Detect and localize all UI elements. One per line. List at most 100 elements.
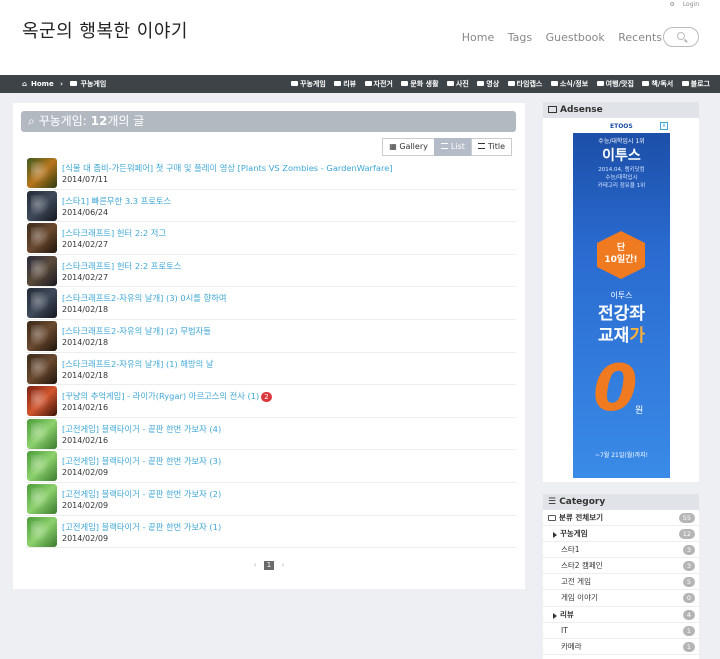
post-title[interactable]: [스타크래프트2-자유의 날개] (2) 무법자들 [62, 325, 211, 337]
ad-close-icon[interactable]: x [660, 122, 668, 130]
breadcrumb-home[interactable]: Home [31, 80, 54, 88]
post-title[interactable]: [스타크래프트] 헌터 2:2 저그 [62, 227, 166, 239]
caret-right-icon [553, 532, 557, 539]
breadcrumb-current[interactable]: 꾸농게임 [81, 80, 107, 88]
settings-icon[interactable]: ⚙ [670, 1, 675, 8]
catbar-item[interactable]: 여행/맛집 [596, 80, 634, 88]
post-date: 2014/02/16 [62, 403, 109, 413]
category-item[interactable]: 꾸농게임 12 [543, 526, 699, 543]
post-title[interactable]: [고전게임] 블랙타이거 - 끝판 한번 가보자 (1) [62, 521, 221, 533]
search-input[interactable] [663, 27, 699, 47]
list-item[interactable]: [스타크래프트] 헌터 2:2 저그 2014/02/27 [26, 222, 516, 255]
post-thumbnail[interactable] [27, 255, 57, 286]
pager-current[interactable]: 1 [263, 561, 275, 570]
search-icon [677, 32, 685, 40]
list-item[interactable]: [고전게임] 블랙타이거 - 끝판 한번 가보자 (4) 2014/02/16 [26, 418, 516, 451]
catbar-item[interactable]: 타임캡스 [507, 80, 542, 88]
post-thumbnail[interactable] [27, 320, 57, 351]
post-title[interactable]: [고전게임] 블랙타이거 - 끝판 한번 가보자 (2) [62, 488, 221, 500]
post-thumbnail[interactable] [27, 353, 57, 384]
category-item[interactable]: 게임 이야기 0 [543, 590, 699, 607]
list-item[interactable]: [고전게임] 블랙타이거 - 끝판 한번 가보자 (2) 2014/02/09 [26, 483, 516, 516]
post-title[interactable]: [식물 대 좀비-가든워페어] 첫 구매 및 플레이 영상 [Plants VS… [62, 162, 393, 174]
folder-icon [477, 81, 485, 86]
breadcrumb: ⌂ Home › 꾸농게임 [22, 79, 110, 89]
category-item[interactable]: 리뷰 4 [543, 607, 699, 623]
ad-banner[interactable]: ETOOS x 수능/대학입시 1위 이투스 2014.04, 랭키닷컴 수능/대… [573, 120, 670, 478]
catbar-item[interactable]: 책/독서 [642, 80, 673, 88]
login-link[interactable]: Login [683, 1, 699, 8]
nav-tags[interactable]: Tags [508, 31, 532, 44]
list-item[interactable]: [스타크래프트2-자유의 날개] (1) 해방의 날 2014/02/18 [26, 353, 516, 386]
post-thumbnail[interactable] [27, 418, 57, 449]
list-item[interactable]: [스타크래프트2-자유의 날개] (3) 0시를 향하여 2014/02/18 [26, 287, 516, 320]
folder-icon [550, 81, 558, 86]
folder-icon [596, 81, 604, 86]
folder-icon [69, 81, 77, 86]
category-item[interactable]: IT 1 [543, 623, 699, 639]
ad-logo: ETOOS [610, 123, 633, 130]
folder-icon [548, 515, 556, 521]
post-thumbnail[interactable] [27, 483, 57, 514]
count-badge: 3 [682, 561, 695, 572]
list-icon [440, 143, 448, 149]
list-icon: ☰ [548, 497, 560, 507]
view-toggle: ▦ Gallery List Title [382, 138, 512, 156]
post-thumbnail[interactable] [27, 386, 57, 417]
post-title[interactable]: [스타1] 빠른무한 3.3 프로토스 [62, 195, 171, 207]
list-view-button[interactable]: List [433, 138, 472, 156]
catbar-item[interactable]: 자전거 [364, 80, 393, 88]
post-thumbnail[interactable] [27, 190, 57, 221]
pager-prev[interactable]: ‹ [254, 561, 257, 569]
post-date: 2014/02/09 [62, 533, 109, 543]
post-title[interactable]: [고전게임] 블랙타이거 - 끝판 한번 가보자 (3) [62, 455, 221, 467]
post-thumbnail[interactable] [27, 516, 57, 547]
category-item-all[interactable]: 분류 전체보기 55 [543, 510, 699, 527]
list-item[interactable]: [고전게임] 블랙타이거 - 끝판 한번 가보자 (1) 2014/02/09 [26, 516, 516, 549]
post-title[interactable]: [스타크래프트2-자유의 날개] (1) 해방의 날 [62, 358, 214, 370]
pager-next[interactable]: › [281, 561, 284, 569]
catbar-item[interactable]: 문화 생활 [401, 80, 439, 88]
post-thumbnail[interactable] [27, 158, 57, 188]
widget-title: Adsense [543, 102, 699, 118]
post-title[interactable]: [고전게임] 블랙타이거 - 끝판 한번 가보자 (4) [62, 423, 221, 435]
post-title[interactable]: [스타크래프트2-자유의 날개] (3) 0시를 향하여 [62, 292, 226, 304]
category-item[interactable]: 고전 게임 5 [543, 574, 699, 591]
site-header: 옥군의 행복한 이야기 ⚙ Login Home Tags Guestbook … [0, 0, 720, 75]
title-view-button[interactable]: Title [470, 138, 512, 156]
post-title[interactable]: [스타크래프트] 헌터 2:2 프로토스 [62, 260, 181, 272]
category-item[interactable]: 스타2 캠페인 3 [543, 558, 699, 575]
gallery-view-button[interactable]: ▦ Gallery [382, 138, 435, 156]
post-thumbnail[interactable] [27, 288, 57, 319]
count-badge: 1 [682, 641, 695, 652]
post-thumbnail[interactable] [27, 223, 57, 254]
list-item[interactable]: [고전게임] 블랙타이거 - 끝판 한번 가보자 (3) 2014/02/09 [26, 450, 516, 483]
catbar-item[interactable]: 영상 [477, 80, 499, 88]
category-item[interactable]: 스타1 3 [543, 542, 699, 559]
nav-guestbook[interactable]: Guestbook [546, 31, 605, 44]
catbar-item[interactable]: 블로그 [681, 80, 710, 88]
post-title[interactable]: [꾸냥의 추억게임] - 라이가(Rygar) 아르고스의 전사 (1) 2 [62, 390, 272, 403]
list-item[interactable]: [스타크래프트] 헌터 2:2 프로토스 2014/02/27 [26, 255, 516, 288]
post-list-panel: ⌕ 꾸농게임: 12개의 글 ▦ Gallery List Title [식물 … [13, 103, 525, 589]
list-item[interactable]: [스타크래프트2-자유의 날개] (2) 무법자들 2014/02/18 [26, 320, 516, 353]
nav-home[interactable]: Home [462, 31, 494, 44]
folder-icon [642, 81, 650, 86]
list-item[interactable]: [꾸냥의 추억게임] - 라이가(Rygar) 아르고스의 전사 (1) 2 20… [26, 385, 516, 418]
catbar-item[interactable]: 리뷰 [334, 80, 356, 88]
post-date: 2014/02/18 [62, 305, 109, 315]
category-list: 분류 전체보기 55 꾸농게임 12 스타1 3 스타2 캠페인 3 고전 게임 5 게임… [543, 510, 699, 655]
list-item[interactable]: [스타1] 빠른무한 3.3 프로토스 2014/06/24 [26, 190, 516, 223]
list-item[interactable]: [식물 대 좀비-가든워페어] 첫 구매 및 플레이 영상 [Plants VS… [26, 157, 516, 190]
post-list: [식물 대 좀비-가든워페어] 첫 구매 및 플레이 영상 [Plants VS… [26, 157, 516, 549]
catbar-item[interactable]: 꾸농게임 [291, 80, 326, 88]
nav-recents[interactable]: Recents [618, 31, 662, 44]
folder-icon [334, 81, 342, 86]
post-date: 2014/02/27 [62, 240, 109, 250]
site-title[interactable]: 옥군의 행복한 이야기 [22, 17, 188, 43]
post-count: 12 [90, 114, 108, 128]
category-item[interactable]: 카메라 1 [543, 639, 699, 655]
catbar-item[interactable]: 소식/정보 [550, 80, 588, 88]
catbar-item[interactable]: 사진 [446, 80, 469, 88]
post-thumbnail[interactable] [27, 451, 57, 482]
